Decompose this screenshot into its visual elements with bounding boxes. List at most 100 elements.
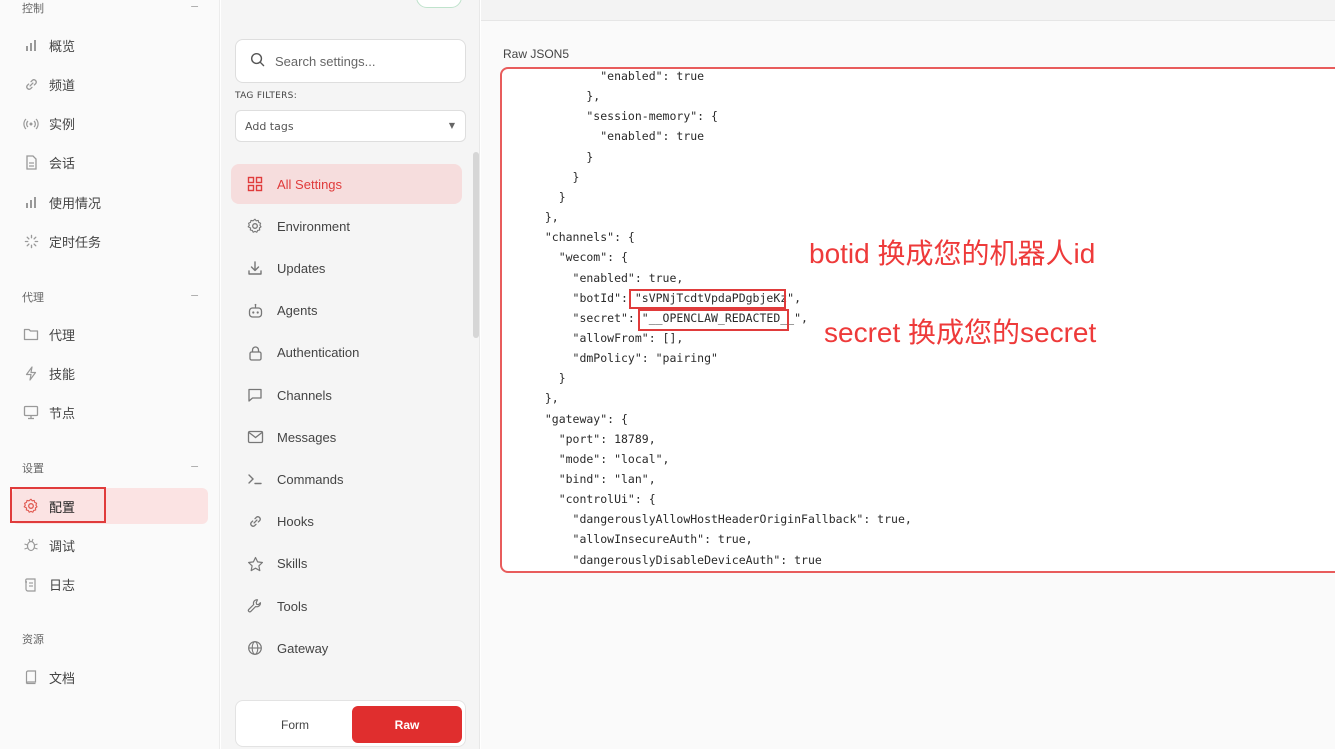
tag-filters-label: TAG FILTERS: (235, 91, 298, 101)
star-icon (246, 555, 264, 573)
code-line: "enabled": true (531, 69, 705, 83)
settings-section-updates[interactable]: Updates (231, 248, 462, 288)
settings-scrollbar[interactable] (473, 152, 479, 338)
code-line: "allowFrom": [], (531, 330, 684, 345)
settings-section-label: Updates (277, 260, 326, 276)
bug-icon (22, 536, 40, 554)
settings-section-messages[interactable]: Messages (231, 417, 462, 457)
nav-item-0-2[interactable]: 实例 (12, 106, 208, 142)
chat-icon (246, 386, 264, 404)
nav-item-label: 日志 (49, 579, 76, 595)
settings-search[interactable] (235, 39, 466, 83)
nav-item-0-3[interactable]: 会话 (12, 145, 208, 181)
gear-icon (246, 217, 264, 235)
download-icon (246, 259, 264, 277)
nav-group-label: 设置 (22, 462, 44, 475)
nav-item-0-4[interactable]: 使用情况 (12, 184, 208, 220)
settings-section-label: Hooks (277, 514, 314, 530)
settings-section-tools[interactable]: Tools (231, 586, 462, 626)
settings-section-channels[interactable]: Channels (231, 375, 462, 415)
settings-section-label: Environment (277, 218, 350, 234)
caret-down-icon: ▼ (448, 121, 455, 130)
code-line: "gateway": { (531, 411, 628, 426)
nav-item-1-1[interactable]: 技能 (12, 355, 208, 391)
form-mode-button[interactable]: Form (240, 706, 350, 743)
code-line: "dmPolicy": "pairing" (531, 351, 718, 366)
nav-item-label: 使用情况 (49, 196, 102, 212)
lightning-icon (22, 364, 40, 382)
nav-item-0-0[interactable]: 概览 (12, 27, 208, 63)
code-line: "bind": "lan", (531, 472, 656, 486)
code-line: "wecom": { (531, 250, 628, 265)
settings-section-label: Gateway (277, 640, 329, 656)
settings-section-gateway[interactable]: Gateway (231, 628, 462, 668)
search-icon (250, 52, 265, 71)
nav-item-3-0[interactable]: 文档 (12, 659, 208, 695)
collapse-group-icon[interactable]: − (190, 460, 199, 473)
nav-item-1-2[interactable]: 节点 (12, 395, 208, 431)
nav-item-label: 概览 (49, 39, 76, 55)
settings-section-label: Tools (277, 598, 308, 614)
bar-chart-icon (22, 193, 40, 211)
code-line: "dangerouslyDisableDeviceAuth": true (531, 552, 822, 567)
collapse-group-icon[interactable]: − (190, 0, 199, 13)
main-content: Raw JSON5 "enabled": true }, "session-me… (481, 0, 1335, 749)
nav-item-0-5[interactable]: 定时任务 (12, 224, 208, 260)
code-line: "enabled": true (531, 129, 705, 144)
settings-section-label: All Settings (277, 176, 343, 192)
code-line: }, (531, 89, 601, 104)
secret-highlight-box (638, 309, 789, 331)
nav-item-label: 调试 (49, 539, 76, 555)
search-input[interactable] (275, 53, 455, 69)
settings-section-environment[interactable]: Environment (231, 206, 462, 246)
code-line: } (531, 371, 566, 386)
nav-item-2-2[interactable]: 日志 (12, 567, 208, 603)
book-icon (22, 668, 40, 686)
nav-item-2-1[interactable]: 调试 (12, 527, 208, 563)
globe-icon (246, 639, 264, 657)
nav-group-label: 资源 (22, 633, 44, 646)
settings-section-hooks[interactable]: Hooks (231, 502, 462, 542)
robot-icon (246, 302, 264, 320)
settings-section-all-settings[interactable]: All Settings (231, 164, 462, 204)
monitor-icon (22, 404, 40, 422)
settings-section-skills[interactable]: Skills (231, 544, 462, 584)
nav-item-1-0[interactable]: 代理 (12, 316, 208, 352)
scroll-icon (22, 576, 40, 594)
nav-item-label: 文档 (49, 671, 76, 687)
code-line: "controlUi": { (531, 492, 656, 507)
mode-toggle: Form Raw (235, 700, 466, 747)
botid-highlight-box (629, 289, 786, 309)
main-sidebar: 控制 − 概览 频道 实例 会话 使用情况 定时任务 代理 − 代理 技能 节点 设置 − 配置 调试 日志 资源文… (0, 0, 220, 749)
folder-icon (22, 325, 40, 343)
botid-annotation: botid 换成您的机器人id (809, 238, 1096, 269)
status-pill (416, 0, 462, 8)
grid-icon (246, 175, 264, 193)
highlight-box-config (10, 487, 106, 523)
secret-annotation: secret 换成您的secret (824, 317, 1097, 348)
code-line: "channels": { (531, 230, 635, 245)
mail-icon (246, 428, 264, 446)
code-line: } (531, 169, 580, 184)
settings-section-commands[interactable]: Commands (231, 459, 462, 499)
bar-chart-icon (22, 36, 40, 54)
broadcast-icon (22, 115, 40, 133)
nav-item-label: 频道 (49, 78, 76, 94)
code-line: "port": 18789, (531, 431, 656, 446)
nav-item-label: 代理 (49, 328, 76, 344)
loader-icon (22, 233, 40, 251)
nav-item-label: 会话 (49, 157, 76, 173)
settings-section-authentication[interactable]: Authentication (231, 333, 462, 373)
settings-section-agents[interactable]: Agents (231, 291, 462, 331)
collapse-group-icon[interactable]: − (190, 289, 199, 302)
main-header-strip (481, 0, 1335, 21)
link-icon (22, 75, 40, 93)
wrench-icon (246, 597, 264, 615)
raw-mode-button[interactable]: Raw (352, 706, 462, 743)
nav-group-label: 代理 (22, 291, 44, 304)
nav-item-0-1[interactable]: 频道 (12, 66, 208, 102)
code-line: "enabled": true, (531, 270, 684, 285)
document-icon (22, 154, 40, 172)
settings-section-label: Skills (277, 556, 308, 572)
tag-filter-select[interactable]: Add tags ▼ (235, 110, 466, 142)
